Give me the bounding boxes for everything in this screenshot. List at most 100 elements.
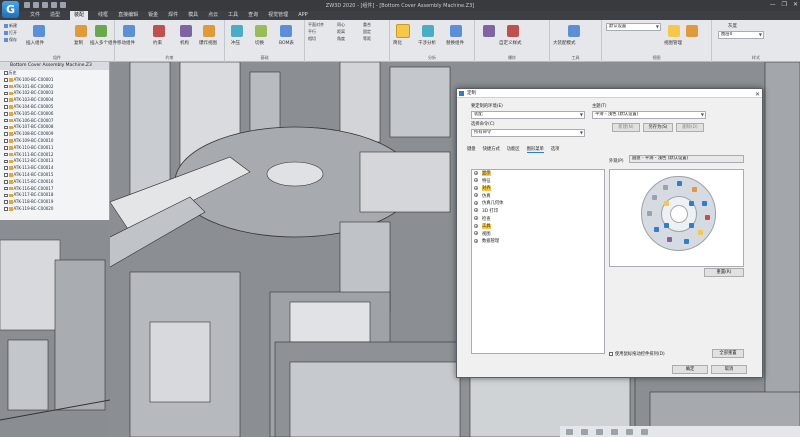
tab-ribbon[interactable]: 功能区 (507, 146, 520, 153)
reset-button[interactable]: 重置(R) (704, 268, 744, 277)
tree-row[interactable]: ATK-116-BC-C00017 (0, 186, 109, 193)
mechanism-icon[interactable] (180, 25, 192, 37)
tree-row[interactable]: ATK-109-BC-C00010 (0, 138, 109, 145)
tab-visual[interactable]: 视觉管理 (268, 11, 288, 20)
move-component-icon[interactable] (123, 25, 135, 37)
tree-row[interactable]: ATK-105-BC-C00006 (0, 111, 109, 118)
copy-icon[interactable] (75, 25, 87, 37)
visibility-checkbox[interactable] (4, 98, 8, 102)
tab-keyboard[interactable]: 键盘 (467, 146, 476, 153)
fit-icon[interactable] (698, 230, 703, 235)
exploded-view-icon[interactable] (203, 25, 215, 37)
visibility-checkbox[interactable] (4, 132, 8, 136)
menu-category-item[interactable]: + 工具 (472, 223, 604, 231)
expand-icon[interactable]: + (474, 208, 478, 213)
visibility-checkbox[interactable] (4, 207, 8, 211)
pan-icon[interactable] (692, 187, 697, 192)
tab-mold[interactable]: 模具 (188, 11, 198, 20)
insert-component-button[interactable]: 插入组件 (26, 40, 44, 46)
tree-row[interactable]: ATK-119-BC-C00020 (0, 206, 109, 213)
tree-row[interactable]: ATK-101-BC-C00002 (0, 84, 109, 91)
ribbon-mini-item[interactable]: 相切 (308, 36, 316, 42)
reset-all-button[interactable]: 全部重置 (712, 349, 744, 358)
expand-icon[interactable]: + (474, 178, 478, 183)
ribbon-mini-new[interactable]: 新建 (4, 23, 17, 29)
theme-new-button[interactable]: 新建(N) (612, 123, 640, 132)
ribbon-mini-item[interactable]: 同心 (337, 22, 345, 28)
hide-icon[interactable] (663, 185, 668, 190)
inner-view-icon[interactable] (689, 201, 694, 206)
tree-row[interactable]: ATK-107-BC-C00008 (0, 124, 109, 131)
expand-icon[interactable]: + (474, 185, 478, 190)
render-icon[interactable] (686, 25, 698, 37)
tree-row[interactable]: 历史 (0, 70, 109, 77)
stamp-icon[interactable] (231, 25, 243, 37)
drag-arrange-option[interactable]: 使用鼠标拖动控件排列(D) (609, 351, 665, 357)
tree-row[interactable]: ATK-103-BC-C00004 (0, 97, 109, 104)
tree-row[interactable]: ATK-100-BC-C00001 (0, 77, 109, 84)
tree-row[interactable]: ATK-115-BC-C00016 (0, 179, 109, 186)
tree-row[interactable]: ATK-118-BC-C00019 (0, 199, 109, 206)
explode-icon[interactable] (483, 25, 495, 37)
ribbon-mini-item[interactable]: 等距 (363, 36, 371, 42)
ribbon-mini-open[interactable]: 打开 (4, 30, 17, 36)
tab-shortcuts[interactable]: 快捷方式 (483, 146, 500, 153)
layer-combo[interactable]: 图层0 ▼ (718, 31, 764, 39)
radial-menu-wheel[interactable] (641, 176, 716, 251)
preview-combo[interactable]: 圆盘 - 平滑 - 浅色 (默认设置) (629, 155, 744, 163)
drag-arrange-checkbox[interactable] (609, 351, 613, 356)
theme-combo[interactable]: 平滑 - 浅色 (默认设置) ▼ (592, 111, 706, 119)
tab-weldment[interactable]: 焊件 (168, 11, 178, 20)
status-grid-icon[interactable] (596, 428, 603, 435)
visibility-checkbox[interactable] (4, 166, 8, 170)
visibility-checkbox[interactable] (4, 71, 8, 75)
theme-saveas-button[interactable]: 另存为(S) (643, 123, 673, 132)
tab-options[interactable]: 选项 (551, 146, 560, 153)
expand-icon[interactable]: + (474, 231, 478, 236)
visibility-checkbox[interactable] (4, 112, 8, 116)
env-combo[interactable]: 装配 ▼ (471, 111, 585, 119)
switch-button[interactable]: 切换 (255, 40, 264, 46)
custom-style-button[interactable]: 自定义样式 (499, 40, 522, 46)
expand-icon[interactable]: + (474, 238, 478, 243)
tree-header[interactable]: Bottom Cover Assembly Machine.Z3 (0, 62, 109, 70)
expand-icon[interactable]: + (474, 170, 478, 175)
inner-measure-icon[interactable] (664, 223, 669, 228)
maximize-button[interactable]: ❐ (782, 1, 787, 8)
visibility-checkbox[interactable] (4, 139, 8, 143)
dialog-close-button[interactable]: ✕ (755, 90, 760, 99)
menu-category-item[interactable]: + 显示 (472, 170, 604, 178)
tree-row[interactable]: ATK-104-BC-C00005 (0, 104, 109, 111)
minimize-button[interactable]: — (770, 1, 776, 8)
visibility-checkbox[interactable] (4, 152, 8, 157)
menu-category-item[interactable]: + 特征 (472, 178, 604, 186)
insert-multi-button[interactable]: 插入多个组件 (90, 40, 117, 46)
stamp-button[interactable]: 冲压 (231, 40, 240, 46)
ribbon-mini-item[interactable]: 固定 (363, 29, 371, 35)
wire-icon[interactable] (652, 195, 657, 200)
close-button[interactable]: ✕ (793, 1, 798, 8)
insert-component-icon[interactable] (33, 25, 45, 37)
menu-category-item[interactable]: +3D 打印 (472, 208, 604, 216)
move-component-button[interactable]: 移动组件 (117, 40, 135, 46)
tab-app[interactable]: APP (298, 11, 307, 20)
expand-icon[interactable]: + (474, 200, 478, 205)
ok-button[interactable]: 确定 (672, 365, 708, 374)
tab-point-cloud[interactable]: 点云 (208, 11, 218, 20)
menu-category-item[interactable]: + 仿真几何体 (472, 200, 604, 208)
status-tool-icon[interactable] (566, 428, 573, 435)
menu-category-item[interactable]: + 视图 (472, 231, 604, 239)
expand-icon[interactable]: + (474, 216, 478, 221)
ribbon-mini-item[interactable]: 平行 (308, 29, 316, 35)
large-assembly-button[interactable]: 大装配模式 (553, 40, 576, 46)
expand-icon[interactable]: + (474, 223, 478, 228)
replace-button[interactable]: 替换组件 (446, 40, 464, 46)
tree-row[interactable]: ATK-113-BC-C00014 (0, 165, 109, 172)
tab-wireframe[interactable]: 线框 (98, 11, 108, 20)
tree-row[interactable]: ATK-112-BC-C00013 (0, 158, 109, 165)
visibility-checkbox[interactable] (4, 186, 8, 191)
flag-icon[interactable] (654, 227, 659, 232)
simplify-button[interactable]: 简化 (393, 40, 402, 46)
search-icon[interactable] (677, 181, 682, 186)
simplify-icon[interactable] (396, 24, 410, 38)
